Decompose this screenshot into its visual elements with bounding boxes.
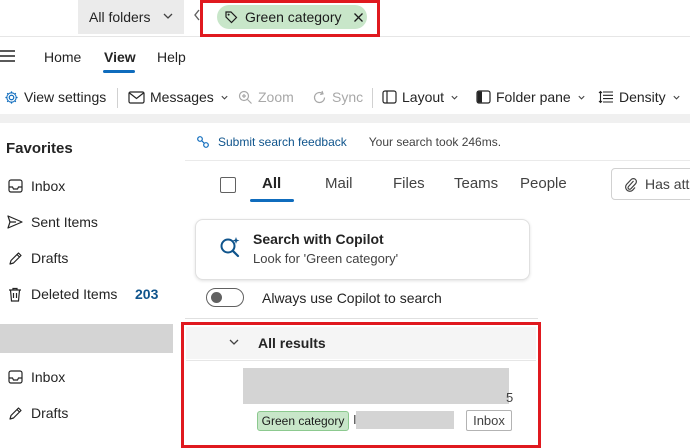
- sidebar-item-label: Inbox: [31, 178, 66, 194]
- mail-icon: [128, 90, 145, 104]
- filter-tab-people[interactable]: People: [520, 175, 567, 192]
- has-attachments-filter[interactable]: Has att: [611, 168, 690, 200]
- submit-search-feedback-link[interactable]: Submit search feedback: [218, 135, 347, 149]
- toolbar-divider: [117, 88, 118, 108]
- sidebar-item-label: Sent Items: [31, 214, 98, 230]
- copilot-card-subtitle: Look for 'Green category': [253, 251, 399, 266]
- sync-label: Sync: [332, 89, 364, 105]
- chevron-down-icon: [450, 93, 459, 102]
- tab-home[interactable]: Home: [44, 49, 81, 65]
- redacted-account-name[interactable]: [0, 324, 173, 353]
- chevron-down-icon: [577, 93, 586, 102]
- toggle-knob: [211, 292, 222, 303]
- send-icon: [6, 215, 24, 229]
- sidebar-item-deleted-items[interactable]: Deleted Items 203: [6, 282, 181, 306]
- folder-pane-button[interactable]: Folder pane: [476, 82, 586, 112]
- density-button[interactable]: Density: [598, 82, 681, 112]
- layout-icon: [382, 90, 397, 104]
- folder-pane-label: Folder pane: [496, 89, 571, 105]
- view-settings-label: View settings: [24, 89, 107, 105]
- layout-label: Layout: [402, 89, 445, 105]
- filter-tab-mail[interactable]: Mail: [325, 175, 353, 192]
- paperclip-icon: [624, 177, 637, 192]
- feedback-icon: [196, 135, 210, 149]
- view-settings-button[interactable]: View settings: [4, 82, 106, 112]
- zoom-button[interactable]: Zoom: [238, 82, 294, 112]
- divider: [185, 318, 538, 319]
- filter-tab-teams[interactable]: Teams: [454, 175, 498, 192]
- tab-help[interactable]: Help: [157, 49, 186, 65]
- search-feedback-bar: Submit search feedback Your search took …: [196, 135, 501, 149]
- selected-filter-indicator: [250, 199, 294, 202]
- chevron-down-icon: [672, 93, 681, 102]
- chevron-down-icon: [162, 9, 174, 25]
- chevron-down-icon: [220, 93, 229, 102]
- search-scope-dropdown[interactable]: All folders: [78, 0, 184, 34]
- filter-tab-files[interactable]: Files: [393, 175, 425, 192]
- highlight-box-filter-chip: [200, 0, 380, 37]
- zoom-label: Zoom: [258, 89, 294, 105]
- favorites-heading: Favorites: [6, 140, 73, 157]
- copilot-card-title: Search with Copilot: [253, 231, 384, 247]
- pencil-icon: [6, 406, 24, 421]
- density-icon: [598, 90, 614, 104]
- sidebar-item-drafts[interactable]: Drafts: [6, 246, 68, 270]
- sidebar-item-label: Drafts: [31, 250, 69, 266]
- trash-icon: [6, 287, 24, 302]
- toolbar-divider: [372, 88, 373, 108]
- unread-count-badge: 203: [135, 286, 159, 302]
- copilot-search-icon: [217, 234, 243, 260]
- folder-pane-icon: [476, 90, 491, 104]
- pencil-icon: [6, 251, 24, 266]
- sidebar-item-label: Deleted Items: [31, 286, 118, 302]
- layout-button[interactable]: Layout: [382, 82, 459, 112]
- always-use-copilot-label: Always use Copilot to search: [262, 290, 442, 306]
- sync-button[interactable]: Sync: [312, 82, 363, 112]
- messages-button[interactable]: Messages: [128, 82, 229, 112]
- sidebar-item-inbox[interactable]: Inbox: [6, 174, 65, 198]
- highlight-box-results: [181, 322, 541, 448]
- divider: [185, 160, 690, 161]
- search-time-text: Your search took 246ms.: [368, 135, 502, 149]
- search-scope-label: All folders: [89, 9, 151, 25]
- inbox-icon: [6, 370, 24, 384]
- tab-view[interactable]: View: [104, 49, 136, 65]
- sidebar-item-account-inbox[interactable]: Inbox: [6, 365, 65, 389]
- toolbar-gap: [0, 114, 690, 123]
- has-attachments-label: Has att: [645, 176, 690, 192]
- select-all-checkbox[interactable]: [220, 177, 236, 193]
- sidebar-item-label: Drafts: [31, 405, 69, 421]
- sidebar-item-sent-items[interactable]: Sent Items: [6, 210, 98, 234]
- sidebar-item-label: Inbox: [31, 369, 66, 385]
- selected-tab-indicator: [103, 70, 135, 73]
- filter-tab-all[interactable]: All: [262, 175, 281, 192]
- zoom-icon: [238, 90, 253, 105]
- messages-label: Messages: [150, 89, 214, 105]
- density-label: Density: [619, 89, 666, 105]
- hamburger-menu-icon[interactable]: [0, 48, 22, 66]
- sync-icon: [312, 90, 327, 105]
- search-with-copilot-card[interactable]: [195, 219, 530, 280]
- sidebar-item-account-drafts[interactable]: Drafts: [6, 401, 68, 425]
- inbox-icon: [6, 179, 24, 193]
- gear-icon: [4, 90, 19, 105]
